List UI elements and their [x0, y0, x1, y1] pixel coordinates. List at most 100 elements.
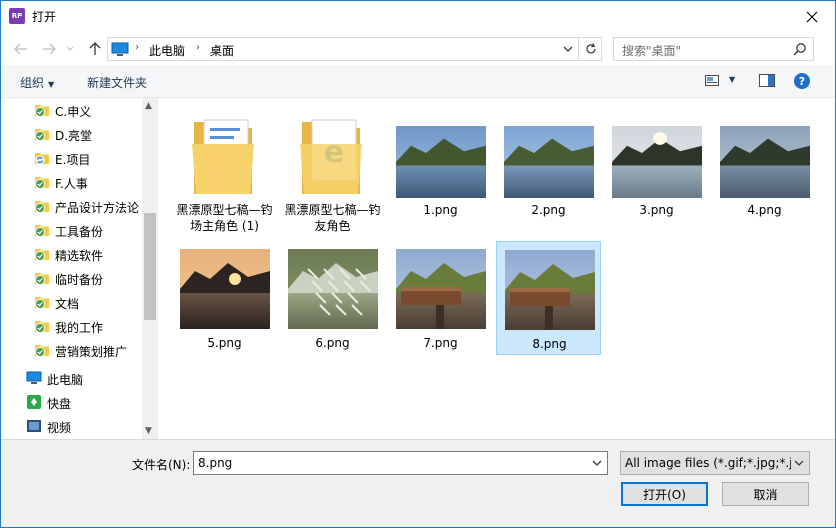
sidebar-item[interactable]: C.申义 [1, 98, 142, 122]
image-thumbnail [288, 249, 378, 329]
breadcrumb-this-pc[interactable]: 此电脑 [149, 42, 185, 59]
help-icon[interactable]: ? [794, 73, 810, 89]
up-button[interactable] [85, 39, 105, 59]
folder-synced-icon [35, 321, 49, 333]
title-bar: RP 打开 [1, 1, 835, 32]
sidebar-item-label: 营销策划推广 [55, 345, 128, 359]
breadcrumb-separator: › [196, 42, 200, 53]
kuaipan-icon [27, 395, 41, 409]
sidebar-item[interactable]: F.人事 [1, 170, 142, 194]
open-button[interactable]: 打开(O) [621, 482, 708, 506]
image-thumbnail [505, 250, 595, 330]
scroll-up-icon[interactable]: ▲ [145, 101, 152, 111]
up-arrow-icon [89, 42, 101, 55]
folder-synced-icon [35, 225, 49, 237]
sidebar-item[interactable]: 此电脑 [1, 366, 142, 390]
sidebar-item-label: 我的工作 [55, 321, 104, 335]
navigation-row: › 此电脑 › 桌面 搜索"桌面" [1, 32, 835, 65]
sidebar-item[interactable]: 文档 [1, 290, 142, 314]
sidebar-item[interactable]: 产品设计方法论 [1, 194, 142, 218]
chevron-down-icon: ▼ [48, 80, 55, 89]
file-type-value: All image files (*.gif;*.jpg;*.jp [625, 456, 791, 470]
file-name: 6.png [315, 336, 350, 350]
sidebar-item[interactable]: 精选软件 [1, 242, 142, 266]
sidebar-item-label: 产品设计方法论 [55, 201, 140, 215]
image-thumbnail [612, 126, 702, 198]
scroll-down-icon[interactable]: ▼ [145, 426, 152, 436]
organize-button[interactable]: 组织 ▼ [20, 74, 54, 91]
sidebar-item[interactable]: 工具备份 [1, 218, 142, 242]
sidebar-item-label: D.亮堂 [55, 129, 93, 143]
sidebar-item[interactable]: 营销策划推广 [1, 338, 142, 362]
file-item[interactable]: 2.png [496, 108, 601, 222]
refresh-icon [585, 43, 596, 54]
image-thumbnail [396, 249, 486, 329]
file-name: 7.png [423, 336, 458, 350]
new-folder-button[interactable]: 新建文件夹 [87, 74, 147, 91]
file-item[interactable]: 8.png [496, 241, 601, 355]
sidebar-item[interactable]: 临时备份 [1, 266, 142, 290]
back-arrow-icon [14, 43, 27, 55]
chevron-down-icon[interactable] [591, 457, 603, 469]
filename-label: 文件名(N): [132, 458, 191, 472]
sidebar-item-label: 文档 [55, 297, 80, 311]
file-item[interactable]: 6.png [280, 241, 385, 355]
preview-pane-icon[interactable] [759, 74, 775, 87]
back-button[interactable] [11, 39, 31, 59]
computer-icon [26, 371, 42, 384]
breadcrumb-separator: › [135, 42, 139, 53]
address-dropdown-icon[interactable] [561, 43, 575, 55]
open-file-dialog: RP 打开 › 此电脑 › 桌面 搜索"桌面" 组织 ▼ 新建文件夹 ▼ ? 视… [0, 0, 836, 528]
folder-syncing-icon [35, 153, 49, 165]
close-button[interactable] [789, 1, 835, 32]
cancel-button[interactable]: 取消 [722, 482, 809, 506]
file-list: 黑漂原型七稿—钓场主角色 (1) e 黑漂原型七稿—钓友角色 1.png 2.png 3.… [158, 98, 835, 439]
sidebar-item-label: 快盘 [47, 397, 72, 411]
file-name: 5.png [207, 336, 242, 350]
filename-input[interactable]: 8.png [193, 451, 608, 475]
chevron-down-icon [66, 46, 74, 51]
folder-icon [192, 119, 254, 194]
sidebar-item[interactable]: E.项目 [1, 146, 142, 170]
sidebar-item-label: F.人事 [55, 177, 88, 191]
file-name: 1.png [423, 203, 458, 217]
file-item[interactable]: 3.png [604, 108, 709, 222]
file-item[interactable]: 4.png [712, 108, 817, 222]
search-box[interactable]: 搜索"桌面" [613, 37, 814, 61]
file-item[interactable]: 5.png [172, 241, 277, 355]
sidebar-item[interactable]: D.亮堂 [1, 122, 142, 146]
breadcrumb-desktop[interactable]: 桌面 [210, 42, 234, 59]
folder-item[interactable]: 黑漂原型七稿—钓场主角色 (1) [172, 108, 277, 236]
sidebar-item-label: E.项目 [55, 153, 91, 167]
view-options-icon[interactable] [705, 75, 719, 86]
sidebar-item[interactable]: 我的工作 [1, 314, 142, 338]
sidebar-item[interactable]: 视频 [1, 414, 142, 438]
chevron-down-icon [794, 460, 804, 466]
image-thumbnail [504, 126, 594, 198]
folder-synced-icon [35, 249, 49, 261]
folder-item[interactable]: e 黑漂原型七稿—钓友角色 [280, 108, 385, 236]
file-item[interactable]: 7.png [388, 241, 493, 355]
image-thumbnail [396, 126, 486, 198]
forward-button[interactable] [39, 39, 59, 59]
recent-locations-button[interactable] [63, 39, 77, 59]
refresh-button[interactable] [578, 38, 602, 60]
image-thumbnail [180, 249, 270, 329]
sidebar-item-label: 临时备份 [55, 273, 104, 287]
scrollbar-thumb[interactable] [144, 213, 156, 320]
view-options-dropdown[interactable]: ▼ [729, 75, 735, 84]
search-icon[interactable] [793, 42, 807, 56]
file-item[interactable]: 1.png [388, 108, 493, 222]
folder-synced-icon [35, 201, 49, 213]
sidebar-scrollbar[interactable]: ▲ ▼ [142, 98, 158, 439]
sidebar-item-label: 此电脑 [47, 373, 84, 387]
close-icon [806, 11, 818, 22]
folder-synced-icon [35, 273, 49, 285]
address-bar[interactable]: › 此电脑 › 桌面 [107, 37, 602, 61]
file-type-select[interactable]: All image files (*.gif;*.jpg;*.jp [620, 451, 810, 475]
sidebar-item[interactable]: 快盘 [1, 390, 142, 414]
dialog-footer: 文件名(N): 8.png All image files (*.gif;*.j… [1, 439, 835, 527]
file-name: 8.png [532, 337, 567, 351]
file-name: 4.png [747, 203, 782, 217]
organize-label: 组织 [20, 76, 45, 90]
